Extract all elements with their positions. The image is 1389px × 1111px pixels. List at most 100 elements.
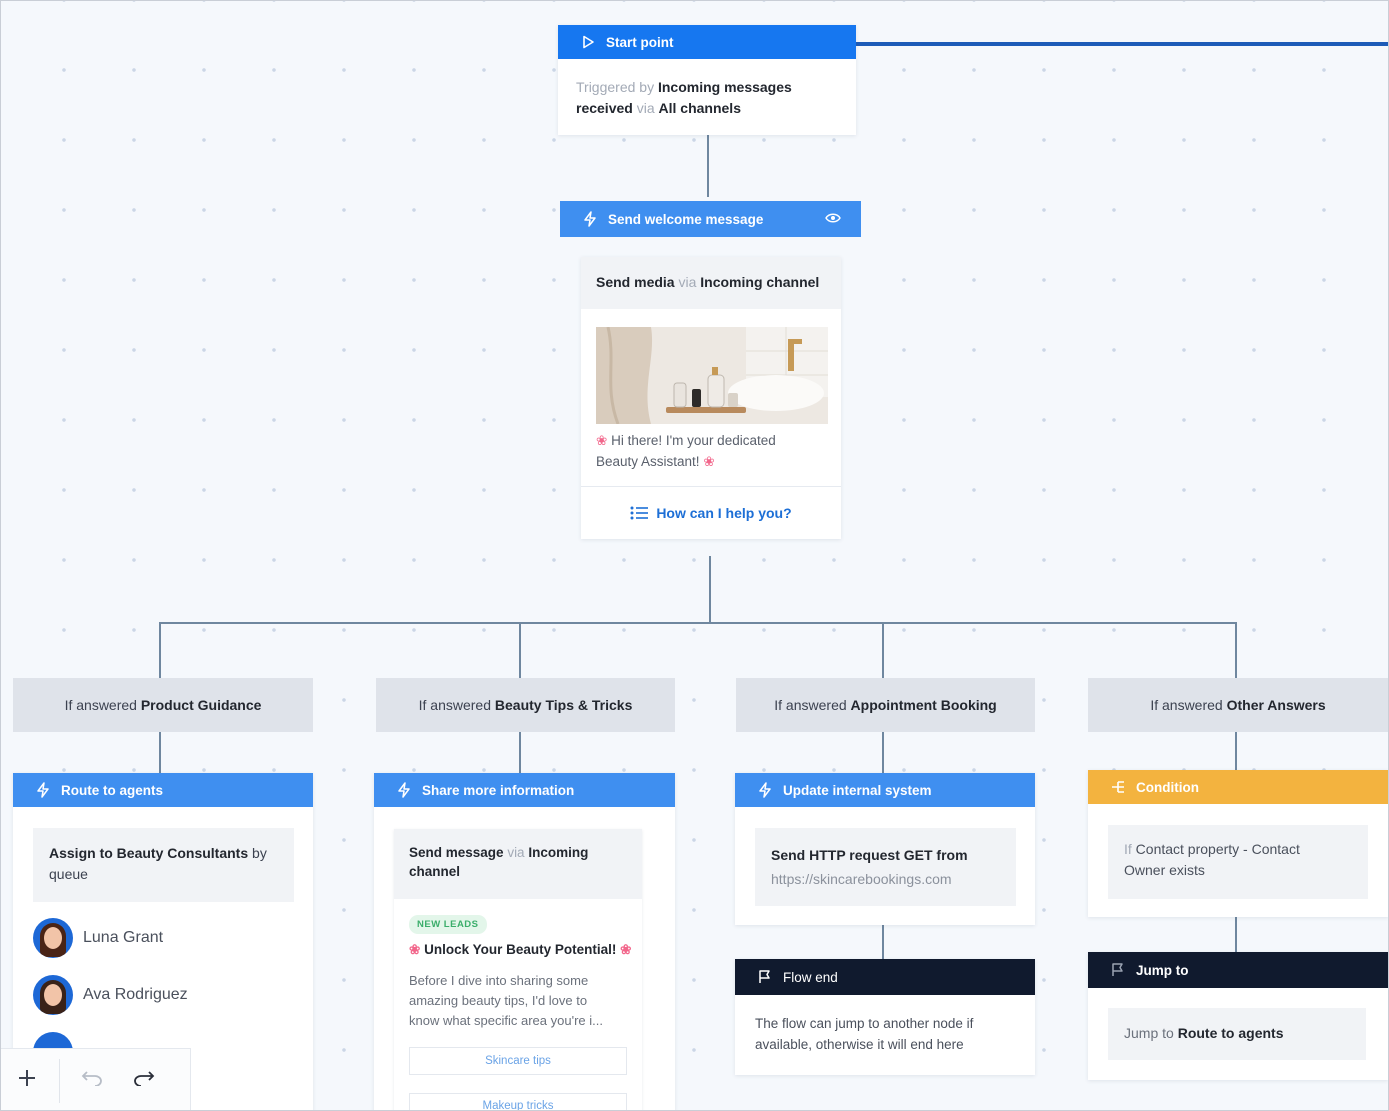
greeting-line-2: Beauty Assistant!: [596, 454, 700, 469]
trigger-value: Incoming messages: [657, 79, 792, 95]
agent-item[interactable]: Ava Rodriguez: [33, 975, 188, 1015]
connector: [707, 135, 709, 197]
undo-button[interactable]: [66, 1049, 118, 1111]
option-skincare-tips[interactable]: Skincare tips: [409, 1047, 627, 1075]
start-point-node[interactable]: Start point Triggered by Incoming messag…: [558, 25, 856, 135]
branch-product-guidance[interactable]: If answered Product Guidance: [13, 678, 313, 732]
branch-prefix: If answered: [64, 697, 137, 713]
branch-icon: [1110, 779, 1126, 795]
send-media-label: Send media: [596, 274, 675, 290]
message-headline: ❀ Unlock Your Beauty Potential! ❀: [409, 942, 632, 957]
condition-line-2: Owner exists: [1124, 862, 1205, 878]
welcome-content-card[interactable]: Send media via Incoming channel ❀ Hi the…: [581, 257, 841, 539]
update-internal-system-node[interactable]: Update internal system Send HTTP request…: [735, 773, 1035, 925]
branch-beauty-tips[interactable]: If answered Beauty Tips & Tricks: [376, 678, 675, 732]
lightning-icon: [582, 211, 598, 227]
route-header[interactable]: Route to agents: [13, 773, 313, 807]
condition-line-1: Contact property - Contact: [1135, 841, 1300, 857]
branch-prefix: If answered: [1150, 697, 1223, 713]
redo-button[interactable]: [118, 1049, 170, 1111]
flow-end-line-1: The flow can jump to another node if: [755, 1016, 974, 1031]
connector: [159, 622, 161, 678]
eye-icon[interactable]: [825, 212, 841, 227]
http-url: https://skincarebookings.com: [771, 871, 952, 887]
flow-end-line-2: available, otherwise it will end here: [755, 1037, 964, 1052]
send-welcome-message-node[interactable]: Send welcome message: [560, 201, 861, 237]
new-leads-badge: NEW LEADS: [409, 915, 487, 934]
condition-node[interactable]: Condition If Contact property - Contact …: [1088, 770, 1388, 917]
help-question-label: How can I help you?: [656, 505, 792, 521]
connector: [709, 556, 711, 622]
list-icon: [630, 506, 649, 520]
trigger-received: received: [576, 100, 633, 116]
option-makeup-tricks[interactable]: Makeup tricks: [409, 1093, 627, 1111]
branch-label: Other Answers: [1226, 697, 1326, 713]
branch-other-answers[interactable]: If answered Other Answers: [1088, 678, 1388, 732]
branch-label: Product Guidance: [140, 697, 262, 713]
welcome-header[interactable]: Send welcome message: [560, 201, 861, 237]
branch-prefix: If answered: [418, 697, 491, 713]
help-question-button[interactable]: How can I help you?: [581, 487, 841, 539]
greeting-text: ❀ Hi there! I'm your dedicated Beauty As…: [596, 433, 776, 469]
flow-canvas[interactable]: Start point Triggered by Incoming messag…: [0, 0, 1389, 1111]
lightning-icon: [396, 782, 412, 798]
add-node-button[interactable]: [1, 1049, 53, 1111]
flow-end-description: The flow can jump to another node if ava…: [755, 1013, 1025, 1055]
label-via: via: [636, 100, 655, 116]
connector: [882, 622, 884, 678]
branch-prefix: If answered: [774, 697, 847, 713]
flow-end-title: Flow end: [783, 969, 838, 985]
trigger-description: Triggered by Incoming messages received …: [576, 77, 846, 119]
update-header[interactable]: Update internal system: [735, 773, 1035, 807]
avatar: [33, 918, 73, 958]
redo-icon: [133, 1070, 155, 1091]
body-line-2: amazing beauty tips, I'd love to: [409, 993, 588, 1008]
connector: [519, 622, 521, 678]
option-label: Makeup tricks: [482, 1100, 554, 1111]
share-more-information-node[interactable]: Share more information Send message via …: [374, 773, 675, 1111]
condition-rule-box: If Contact property - Contact Owner exis…: [1108, 825, 1368, 899]
connector: [1235, 622, 1237, 678]
share-header[interactable]: Share more information: [374, 773, 675, 807]
route-title: Route to agents: [61, 782, 164, 798]
connector: [1235, 917, 1237, 952]
connector: [519, 732, 521, 774]
label-triggered-by: Triggered by: [576, 79, 655, 95]
message-channel-suffix: channel: [409, 864, 461, 879]
http-request-box: Send HTTP request GET from https://skinc…: [755, 828, 1016, 906]
body-line-3: know what specific area you're i...: [409, 1013, 603, 1028]
media-image: [596, 327, 828, 424]
jump-to-header[interactable]: Jump to: [1088, 952, 1388, 988]
start-output-connector: [829, 42, 1388, 46]
label-if: If: [1124, 841, 1132, 857]
message-body: Before I dive into sharing some amazing …: [409, 971, 634, 1031]
branch-appointment-booking[interactable]: If answered Appointment Booking: [736, 678, 1035, 732]
jump-to-node[interactable]: Jump to Jump to Route to agents: [1088, 952, 1388, 1080]
option-label: Skincare tips: [485, 1055, 551, 1067]
send-message-row: Send message via Incoming channel: [394, 829, 642, 899]
jump-target: Route to agents: [1177, 1025, 1284, 1041]
send-media-row: Send media via Incoming channel: [581, 257, 841, 309]
branch-label: Appointment Booking: [850, 697, 997, 713]
flow-end-node[interactable]: Flow end The flow can jump to another no…: [735, 959, 1035, 1075]
connector: [882, 732, 884, 774]
start-point-header[interactable]: Start point: [558, 25, 856, 59]
agent-item[interactable]: Luna Grant: [33, 918, 163, 958]
flag-icon: [1110, 962, 1126, 978]
toolbar-divider: [59, 1058, 60, 1103]
condition-header[interactable]: Condition: [1088, 770, 1388, 804]
flag-icon: [757, 969, 773, 985]
body-line-1: Before I dive into sharing some: [409, 973, 589, 988]
trigger-channel: All channels: [658, 100, 741, 116]
flow-end-header[interactable]: Flow end: [735, 959, 1035, 995]
agent-name: Luna Grant: [83, 929, 164, 946]
media-channel: Incoming channel: [700, 274, 820, 290]
label-jump-to: Jump to: [1124, 1025, 1174, 1041]
welcome-title: Send welcome message: [608, 211, 764, 227]
play-icon: [580, 34, 596, 50]
headline-text: Unlock Your Beauty Potential!: [424, 942, 617, 957]
connector: [1235, 732, 1237, 770]
share-title: Share more information: [422, 782, 575, 798]
branch-label: Beauty Tips & Tricks: [494, 697, 633, 713]
message-card[interactable]: Send message via Incoming channel NEW LE…: [394, 829, 642, 1111]
